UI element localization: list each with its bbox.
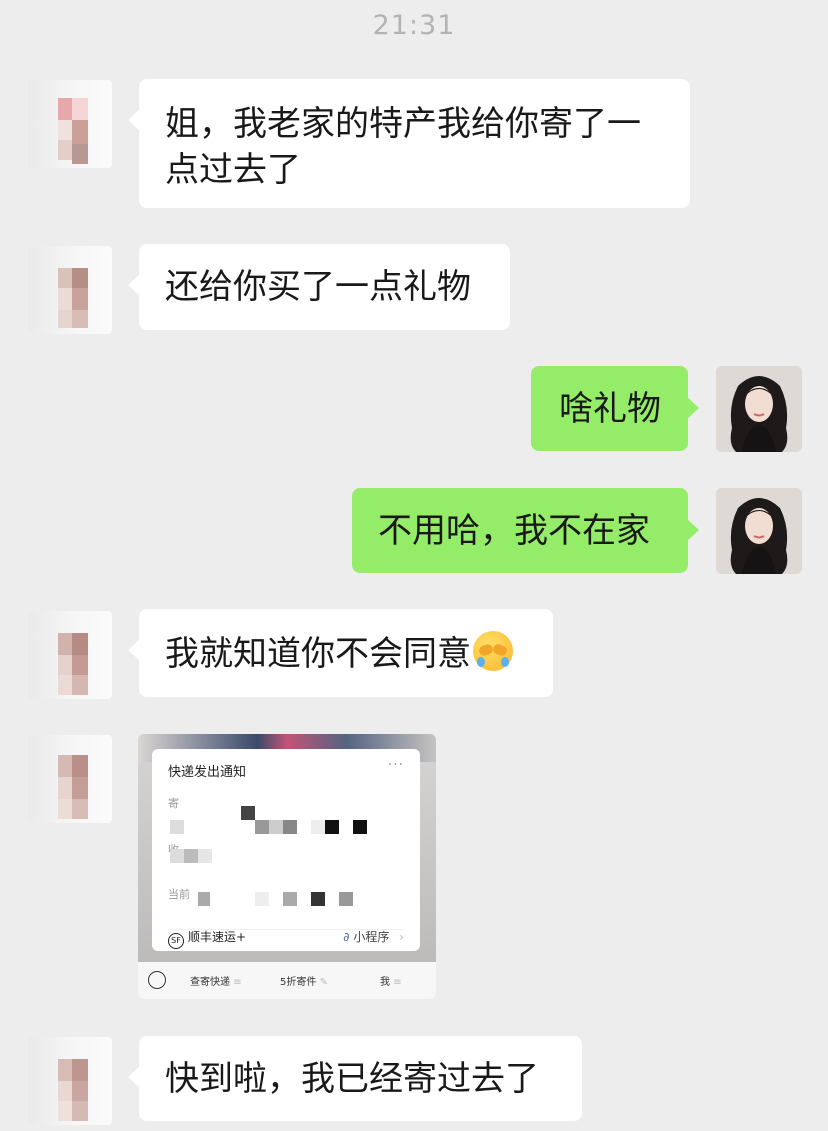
message-text: 还给你买了一点礼物 bbox=[165, 267, 471, 307]
redacted-block bbox=[325, 820, 339, 834]
mini-program-label: 小程序 bbox=[353, 930, 390, 944]
redacted-block bbox=[255, 892, 269, 906]
service-tabbar: 查寄快递 ≡ 5折寄件 ✎ 我 ≡ bbox=[138, 962, 436, 999]
contact-avatar[interactable] bbox=[28, 80, 112, 168]
my-message-bubble[interactable]: 啥礼物 bbox=[531, 366, 699, 451]
redacted-block bbox=[198, 849, 212, 863]
carrier-name: 顺丰速运+ bbox=[188, 930, 247, 944]
redacted-block bbox=[283, 820, 297, 834]
contact-avatar[interactable] bbox=[28, 1037, 112, 1125]
message-text-line1: 姐，我老家的特产我给你寄了一 bbox=[165, 104, 641, 144]
mini-program-link[interactable]: ∂ 小程序 › bbox=[343, 928, 404, 945]
message-text-line2: 点过去了 bbox=[165, 150, 301, 190]
pencil-icon: ✎ bbox=[319, 977, 328, 988]
timestamp: 21:31 bbox=[372, 10, 456, 41]
face-with-hands-crying-icon bbox=[473, 631, 513, 671]
tab-discount-send[interactable]: 5折寄件 ✎ bbox=[280, 973, 328, 988]
message-bubble[interactable]: 我就知道你不会同意 bbox=[128, 609, 553, 697]
redacted-block bbox=[311, 892, 325, 906]
keyboard-icon[interactable] bbox=[148, 971, 166, 989]
menu-icon: ≡ bbox=[233, 977, 242, 988]
message-text: 我就知道你不会同意 bbox=[165, 634, 471, 674]
redacted-block bbox=[255, 820, 269, 834]
redacted-block bbox=[241, 806, 255, 820]
image-message[interactable]: 快递发出通知 ··· 寄 收 当前 SF顺丰速运+ ∂ 小程序 › 查寄快递 ≡… bbox=[138, 734, 436, 999]
message-bubble[interactable]: 还给你买了一点礼物 bbox=[128, 244, 510, 330]
sf-logo-icon: SF bbox=[168, 933, 184, 949]
mini-program-icon: ∂ bbox=[343, 930, 350, 944]
redacted-block bbox=[170, 820, 184, 834]
redacted-block bbox=[353, 820, 367, 834]
redacted-block bbox=[339, 892, 353, 906]
message-text: 不用哈，我不在家 bbox=[378, 511, 650, 551]
my-avatar[interactable] bbox=[716, 488, 802, 574]
my-message-bubble[interactable]: 不用哈，我不在家 bbox=[352, 488, 699, 573]
menu-icon: ≡ bbox=[393, 977, 402, 988]
more-icon[interactable]: ··· bbox=[388, 757, 404, 773]
redacted-block bbox=[184, 849, 198, 863]
message-bubble[interactable]: 快到啦，我已经寄过去了 bbox=[128, 1036, 582, 1121]
message-text: 快到啦，我已经寄过去了 bbox=[165, 1059, 539, 1099]
redacted-block bbox=[283, 892, 297, 906]
contact-avatar[interactable] bbox=[28, 735, 112, 823]
status-label: 当前 bbox=[168, 888, 190, 901]
redacted-block bbox=[170, 849, 184, 863]
message-bubble[interactable]: 姐，我老家的特产我给你寄了一 点过去了 bbox=[128, 79, 690, 208]
carrier-row: SF 顺丰速运+ bbox=[168, 928, 246, 949]
redacted-block bbox=[311, 820, 325, 834]
contact-avatar[interactable] bbox=[28, 246, 112, 334]
tab-me[interactable]: 我 ≡ bbox=[380, 973, 402, 988]
tab-check-express[interactable]: 查寄快递 ≡ bbox=[190, 973, 242, 988]
message-text: 啥礼物 bbox=[559, 389, 661, 429]
redacted-block bbox=[269, 820, 283, 834]
contact-avatar[interactable] bbox=[28, 611, 112, 699]
sender-label: 寄 bbox=[168, 797, 179, 810]
my-avatar[interactable] bbox=[716, 366, 802, 452]
redacted-block bbox=[198, 892, 210, 906]
chevron-right-icon: › bbox=[399, 930, 404, 944]
card-title: 快递发出通知 bbox=[168, 765, 247, 780]
express-notification-card[interactable]: 快递发出通知 ··· 寄 收 当前 SF顺丰速运+ ∂ 小程序 › bbox=[152, 749, 420, 951]
